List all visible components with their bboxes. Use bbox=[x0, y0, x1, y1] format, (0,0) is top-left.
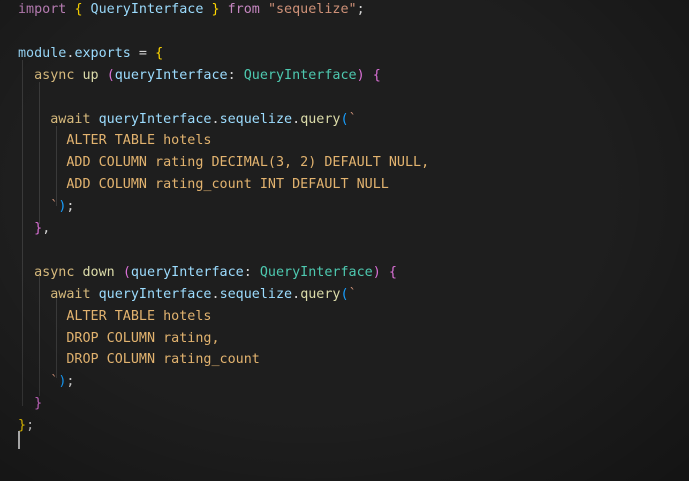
code-token: "sequelize" bbox=[267, 2, 357, 17]
code-line[interactable]: ALTER TABLE hotels bbox=[18, 306, 211, 328]
code-token: ( bbox=[340, 286, 349, 302]
code-token: queryInterface bbox=[114, 67, 228, 83]
code-token: ) bbox=[356, 67, 365, 83]
code-editor[interactable]: import { QueryInterface } from "sequeliz… bbox=[0, 0, 689, 481]
code-token: } bbox=[18, 221, 43, 236]
code-token: ` bbox=[348, 286, 357, 302]
code-line[interactable]: }; bbox=[18, 415, 34, 437]
code-token: ( bbox=[122, 264, 131, 280]
code-line[interactable]: DROP COLUMN rating, bbox=[18, 328, 220, 350]
code-token: } bbox=[211, 2, 220, 17]
code-token: DROP COLUMN rating_count bbox=[18, 352, 260, 368]
code-token: exports bbox=[74, 45, 131, 61]
code-token: sequelize bbox=[219, 111, 293, 127]
code-token: . bbox=[292, 286, 301, 302]
code-line[interactable]: async up (queryInterface: QueryInterface… bbox=[18, 65, 381, 87]
code-token: from bbox=[219, 2, 268, 17]
code-token: async bbox=[18, 264, 83, 280]
code-token: QueryInterface bbox=[82, 2, 212, 17]
code-token: : bbox=[227, 67, 244, 83]
code-token: ; bbox=[356, 2, 365, 17]
code-token: ; bbox=[66, 199, 75, 215]
code-line[interactable]: DROP COLUMN rating_count bbox=[18, 349, 260, 371]
code-token: await bbox=[18, 286, 99, 302]
code-token: . bbox=[292, 111, 301, 127]
code-token: ALTER TABLE hotels bbox=[18, 133, 212, 149]
code-token: ) bbox=[372, 264, 381, 280]
code-token: ADD COLUMN rating DECIMAL(3, 2) DEFAULT … bbox=[18, 155, 430, 171]
code-token: ( bbox=[106, 67, 115, 83]
code-token: { bbox=[372, 67, 381, 83]
code-token: down bbox=[82, 264, 115, 280]
code-line[interactable]: await queryInterface.sequelize.query(` bbox=[18, 284, 357, 306]
code-line[interactable]: async down (queryInterface: QueryInterfa… bbox=[18, 262, 397, 284]
code-token: = bbox=[130, 45, 156, 61]
code-token: . bbox=[211, 111, 220, 127]
code-token: ` bbox=[18, 199, 59, 215]
code-token: sequelize bbox=[219, 286, 293, 302]
code-line[interactable]: ADD COLUMN rating_count INT DEFAULT NULL bbox=[18, 174, 389, 196]
code-token: { bbox=[388, 264, 397, 280]
code-line[interactable]: ADD COLUMN rating DECIMAL(3, 2) DEFAULT … bbox=[18, 152, 429, 174]
code-token: await bbox=[18, 111, 99, 127]
code-line[interactable]: await queryInterface.sequelize.query(` bbox=[18, 109, 357, 131]
code-token: { bbox=[74, 2, 83, 17]
code-token: module bbox=[18, 45, 67, 61]
code-line[interactable]: `); bbox=[18, 196, 74, 218]
code-line[interactable]: `); bbox=[18, 371, 74, 393]
code-token: query bbox=[300, 111, 341, 127]
code-token: ; bbox=[26, 418, 35, 434]
text-cursor bbox=[18, 431, 20, 449]
code-token: { bbox=[155, 45, 164, 61]
code-line[interactable]: module.exports = { bbox=[18, 43, 163, 65]
code-token: ALTER TABLE hotels bbox=[18, 308, 212, 324]
code-line[interactable]: ALTER TABLE hotels bbox=[18, 130, 211, 152]
code-token: up bbox=[82, 67, 99, 83]
code-token: , bbox=[42, 221, 51, 236]
code-token: QueryInterface bbox=[243, 67, 357, 83]
code-token: async bbox=[18, 67, 83, 83]
code-token: ( bbox=[340, 111, 349, 127]
code-token: import bbox=[18, 2, 67, 17]
code-token: query bbox=[300, 286, 341, 302]
code-token: QueryInterface bbox=[259, 264, 373, 280]
code-line[interactable]: } bbox=[18, 393, 42, 415]
code-token: ` bbox=[348, 111, 357, 127]
code-token: ` bbox=[18, 374, 59, 390]
code-token: . bbox=[211, 286, 220, 302]
code-token: queryInterface bbox=[98, 286, 212, 302]
code-line[interactable]: }, bbox=[18, 218, 50, 240]
code-token: } bbox=[18, 396, 43, 412]
code-token: queryInterface bbox=[98, 111, 212, 127]
code-token: queryInterface bbox=[130, 264, 244, 280]
code-token: ADD COLUMN rating_count INT DEFAULT NULL bbox=[18, 177, 389, 193]
code-token: DROP COLUMN rating, bbox=[18, 330, 220, 346]
code-line[interactable]: import { QueryInterface } from "sequeliz… bbox=[18, 0, 365, 21]
code-token: ; bbox=[66, 374, 75, 390]
code-token: : bbox=[243, 264, 260, 280]
